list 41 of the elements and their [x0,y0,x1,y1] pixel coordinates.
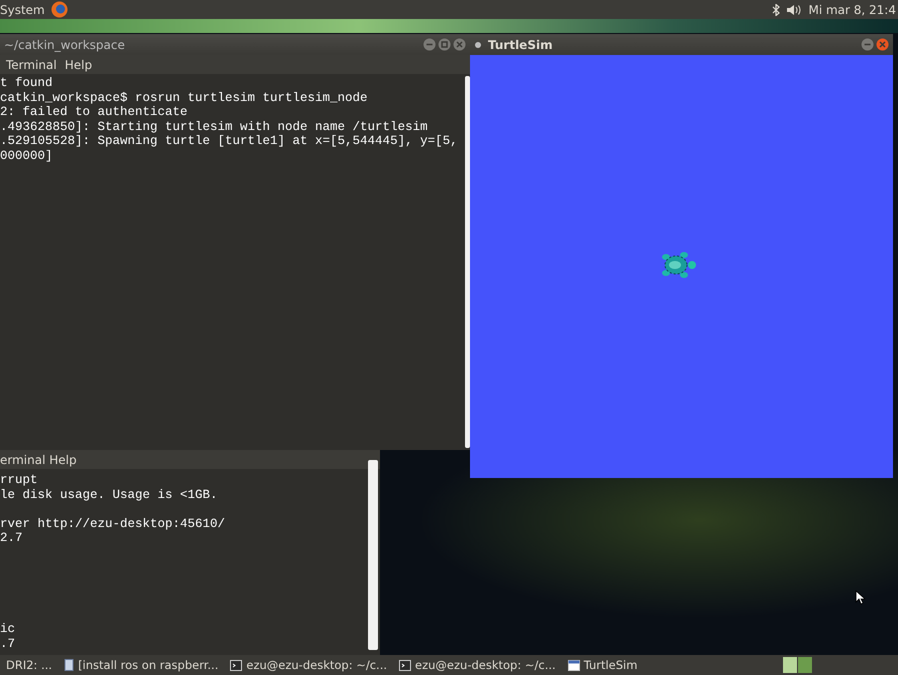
scrollbar[interactable] [368,460,378,650]
terminal-output-line: rver http://ezu-desktop:45610/ [0,516,226,531]
taskbar-item[interactable]: ezu@ezu-desktop: ~/c... [224,656,394,674]
workspace-switcher[interactable] [783,657,812,673]
menu-item[interactable]: erminal Help [0,452,77,466]
terminal-output-line: catkin_workspace$ rosrun turtlesim turtlesim_node [0,90,369,105]
window-icon [568,660,580,670]
terminal-output-line: 2.7 [0,531,24,546]
terminal-output-line: 000000] [0,148,54,163]
terminal-icon [230,660,242,670]
taskbar-item[interactable]: [install ros on raspberr... [58,656,224,674]
terminal-output-line: .529105528]: Spawning turtle [turtle1] at x=[5,544445], y=[5, [0,134,459,148]
menu-item[interactable]: Terminal [6,58,57,72]
taskbar-item[interactable]: DRI2: ... [0,656,58,674]
clock-text[interactable]: Mi mar 8, 21:4 [808,2,896,16]
terminal-output-line: t found [0,76,54,90]
terminal-output-line: le disk usage. Usage is <1GB. [0,488,219,502]
system-menu[interactable]: System [0,2,51,16]
taskbar-item[interactable]: ezu@ezu-desktop: ~/c... [393,656,562,674]
scrollbar[interactable] [465,76,470,448]
window-menu-icon[interactable] [474,40,482,48]
close-button[interactable] [453,38,466,51]
window-title: TurtleSim [488,38,553,52]
mouse-pointer-icon [855,590,865,605]
volume-icon[interactable] [786,4,802,16]
document-icon [64,659,74,671]
terminal-icon [399,660,412,670]
terminal-output-line: .7 [0,636,16,651]
bluetooth-icon[interactable] [772,4,780,16]
taskbar-item[interactable]: TurtleSim [562,656,644,674]
terminal-output-line: rrupt [0,473,39,488]
minimize-button[interactable] [861,38,874,51]
browser-globe-icon[interactable] [50,1,68,18]
window-title: ~/catkin_workspace [4,38,125,52]
terminal-output-line: ic [0,622,16,636]
minimize-button[interactable] [423,38,436,51]
close-button[interactable] [876,38,889,51]
maximize-button[interactable] [438,38,451,51]
menu-item[interactable]: Help [64,58,92,72]
terminal-output-line: 2: failed to authenticate [0,105,189,120]
terminal-output-line: .493628850]: Starting turtlesim with node name /turtlesim [0,120,429,134]
